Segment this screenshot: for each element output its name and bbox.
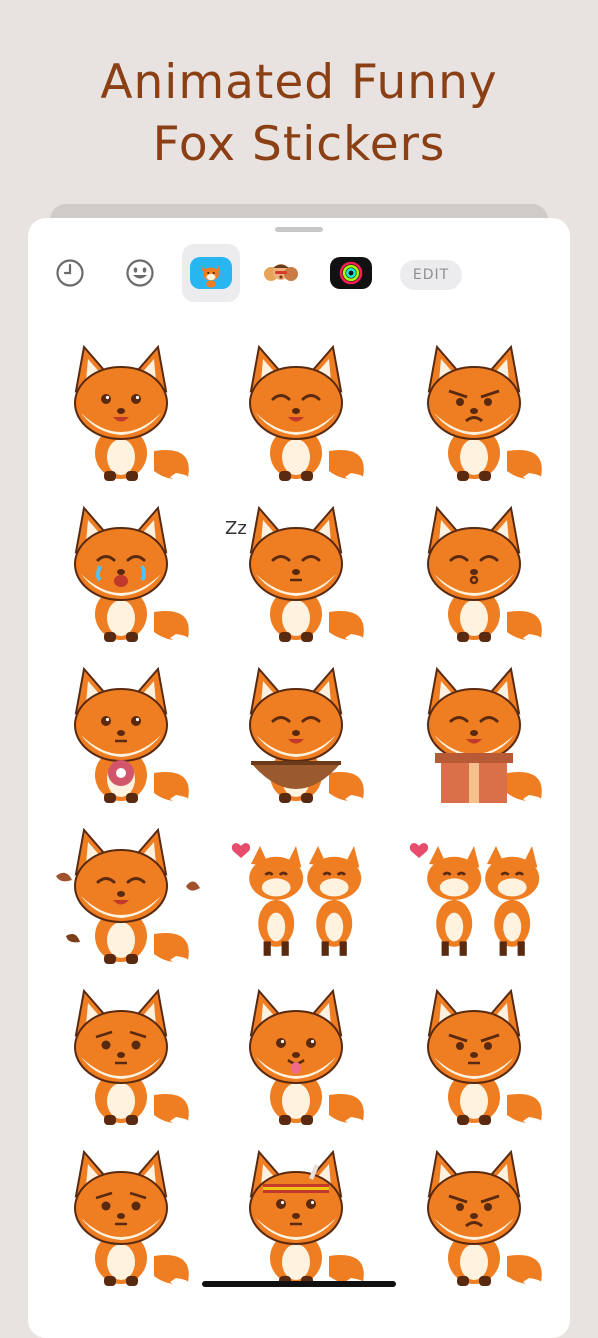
headline-line-2: Fox Stickers <box>152 117 446 172</box>
fox-basket-sticker-art <box>249 666 364 803</box>
sticker-pack-tabs: EDIT <box>28 244 570 306</box>
fox-leaves-sticker[interactable] <box>31 811 211 971</box>
svg-text:Zz: Zz <box>225 518 247 539</box>
fox-squint-smile-sticker[interactable] <box>206 328 386 488</box>
fox-gift-box-sticker-art <box>427 666 542 803</box>
tab-emoji[interactable] <box>111 244 169 302</box>
fox-sleeping-sticker[interactable]: Zz <box>206 489 386 649</box>
fox-donut-sticker[interactable] <box>31 650 211 810</box>
fox-worried-sticker[interactable] <box>31 1133 211 1293</box>
fox-leaves-sticker-art <box>56 827 200 964</box>
fox-sad-sticker[interactable] <box>31 972 211 1132</box>
fox-couple-gift-sticker-art <box>409 843 540 956</box>
page-headline: Animated Funny Fox Stickers <box>0 52 598 176</box>
fox-worried-sticker-art <box>74 1149 189 1286</box>
fox-sad-sticker-art <box>74 988 189 1125</box>
smiley-icon <box>126 259 154 287</box>
tab-memoji[interactable] <box>252 244 310 302</box>
drawer-grabber[interactable] <box>275 227 323 232</box>
tab-fox-stickers[interactable] <box>182 244 240 302</box>
headline-line-1: Animated Funny <box>100 55 498 110</box>
home-indicator[interactable] <box>202 1281 396 1287</box>
fox-tongue-sticker[interactable] <box>206 972 386 1132</box>
fox-mad-sticker[interactable] <box>384 1133 564 1293</box>
fox-mad-sticker-art <box>427 1149 542 1286</box>
fox-squint-smile-sticker-art <box>249 344 364 481</box>
fox-kiss-sticker[interactable] <box>384 489 564 649</box>
fox-headband-sticker[interactable] <box>206 1133 386 1293</box>
fox-kiss-sticker-art <box>427 505 542 642</box>
fox-donut-sticker-art <box>74 666 189 803</box>
memoji-pack-icon <box>264 264 298 281</box>
fox-crying-sticker-art <box>74 505 189 642</box>
fox-basket-sticker[interactable] <box>206 650 386 810</box>
fox-angry-sticker-art <box>427 344 542 481</box>
sticker-drawer: EDIT Zz <box>28 218 570 1338</box>
fox-sticker-pack-icon <box>190 257 232 289</box>
clock-icon <box>56 259 84 287</box>
fox-couple-sticker-art <box>231 843 362 956</box>
edit-button[interactable]: EDIT <box>400 260 462 290</box>
fox-couple-gift-sticker[interactable] <box>384 811 564 971</box>
tab-recent[interactable] <box>41 244 99 302</box>
fox-grumpy-sticker-art <box>427 988 542 1125</box>
fox-crying-sticker[interactable] <box>31 489 211 649</box>
fox-happy-sticker[interactable] <box>31 328 211 488</box>
fox-couple-sticker[interactable] <box>206 811 386 971</box>
tab-activity[interactable] <box>322 244 380 302</box>
fox-sleeping-sticker-art: Zz <box>225 505 364 642</box>
fox-happy-sticker-art <box>74 344 189 481</box>
fox-grumpy-sticker[interactable] <box>384 972 564 1132</box>
fox-headband-sticker-art <box>249 1149 364 1286</box>
fox-tongue-sticker-art <box>249 988 364 1125</box>
fox-gift-box-sticker[interactable] <box>384 650 564 810</box>
activity-rings-icon <box>330 257 372 289</box>
fox-angry-sticker[interactable] <box>384 328 564 488</box>
